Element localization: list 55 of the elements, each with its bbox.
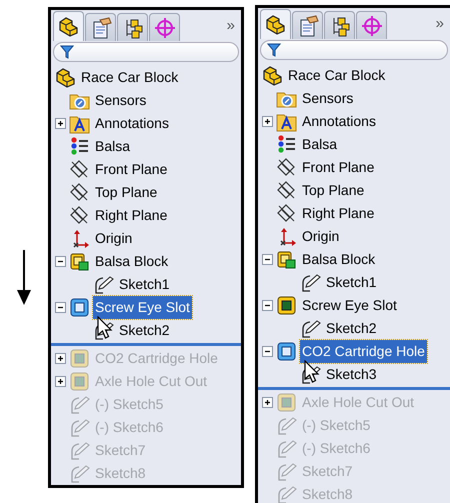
collapse-icon[interactable] <box>55 302 66 313</box>
expand-icon[interactable] <box>55 118 66 129</box>
filter-icon <box>60 45 74 59</box>
tree-item[interactable]: Sketch3 <box>324 363 379 386</box>
tree-item[interactable]: Race Car Block <box>79 66 180 89</box>
tree-item[interactable]: Right Plane <box>300 202 376 225</box>
expand-icon[interactable] <box>262 397 273 408</box>
tree-item[interactable]: Right Plane <box>93 204 170 227</box>
tree-item[interactable]: Annotations <box>300 110 378 133</box>
tree-item[interactable]: Balsa Block <box>300 248 378 271</box>
down-arrow <box>14 250 34 306</box>
panel-tab[interactable] <box>292 11 323 39</box>
tree-item[interactable]: Balsa <box>300 133 340 156</box>
tree-item[interactable]: Sketch2 <box>324 317 379 340</box>
tree-item[interactable]: Annotations <box>93 112 171 135</box>
cursor-icon <box>97 316 113 340</box>
collapse-icon[interactable] <box>262 346 273 357</box>
expand-icon[interactable] <box>262 116 273 127</box>
tree-item[interactable]: Top Plane <box>300 179 366 202</box>
cursor-icon <box>304 360 320 384</box>
tree-item[interactable]: Sketch1 <box>324 271 379 294</box>
expand-icon[interactable] <box>55 353 66 364</box>
expand-icon[interactable] <box>55 376 66 387</box>
tree-item[interactable]: Sketch2 <box>117 319 172 342</box>
tree-item[interactable]: Front Plane <box>93 158 170 181</box>
tree-item[interactable]: Origin <box>300 225 342 248</box>
filter-icon <box>267 43 281 57</box>
tree-item[interactable]: Sensors <box>300 87 356 110</box>
collapse-icon[interactable] <box>55 256 66 267</box>
crosshair-icon <box>360 14 382 36</box>
crosshair-icon <box>154 16 176 38</box>
tree-item[interactable]: Screw Eye Slot <box>93 296 192 319</box>
tree-item[interactable]: Screw Eye Slot <box>300 294 399 317</box>
tree-item[interactable]: Front Plane <box>300 156 376 179</box>
collapse-icon[interactable] <box>262 254 273 265</box>
panel-tab[interactable] <box>324 11 355 39</box>
tree-item[interactable]: Top Plane <box>93 181 160 204</box>
panel-tab[interactable] <box>117 13 148 41</box>
panel-tab[interactable] <box>85 13 116 41</box>
filter-field[interactable] <box>53 42 239 62</box>
tree-item[interactable]: Sensors <box>93 89 148 112</box>
panel-tab[interactable] <box>260 9 291 39</box>
more-tabs-button[interactable]: » <box>226 15 235 38</box>
tree-item[interactable]: Balsa Block <box>93 250 170 273</box>
part-icon <box>58 16 80 38</box>
filter-field[interactable] <box>260 40 448 60</box>
panel-tab[interactable] <box>53 11 84 41</box>
tree-item[interactable]: Sketch1 <box>117 273 172 296</box>
tree-item[interactable]: Origin <box>93 227 134 250</box>
part-icon <box>264 14 286 36</box>
collapse-icon[interactable] <box>262 300 273 311</box>
tree-item[interactable]: Race Car Block <box>286 64 388 87</box>
more-tabs-button[interactable]: » <box>436 13 444 36</box>
tree-item[interactable]: Balsa <box>93 135 132 158</box>
tree-item[interactable]: CO2 Cartridge Hole <box>300 340 427 363</box>
